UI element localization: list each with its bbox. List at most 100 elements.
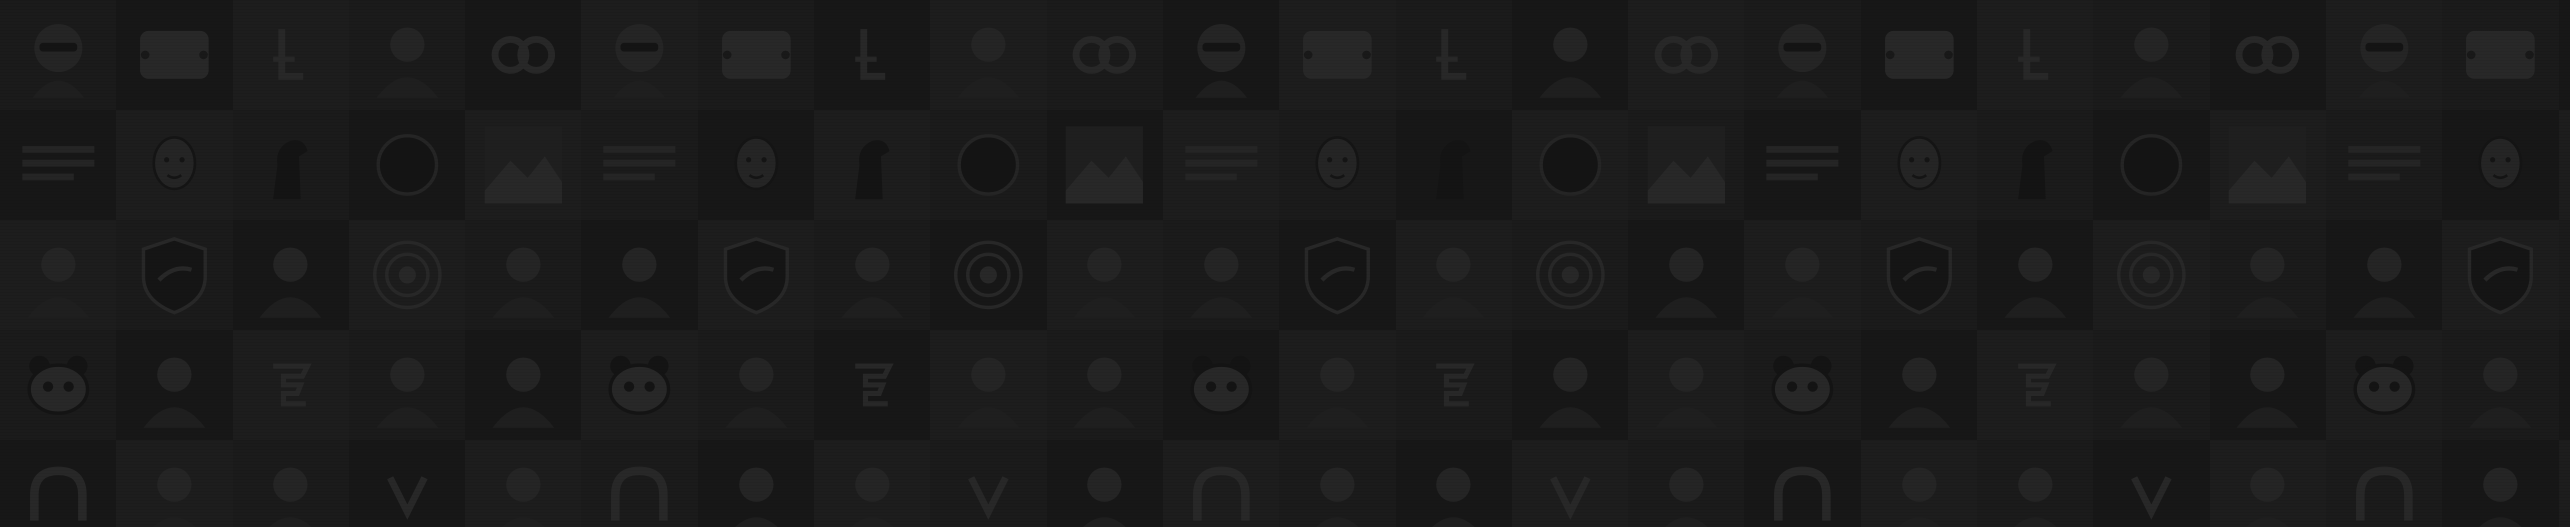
person-icon bbox=[814, 220, 930, 330]
mosaic-tile bbox=[116, 110, 233, 220]
mosaic-tile bbox=[116, 330, 233, 440]
person-icon bbox=[116, 330, 232, 440]
person-icon bbox=[581, 220, 697, 330]
mosaic-tile bbox=[1162, 440, 1280, 527]
v-logo-icon bbox=[930, 440, 1046, 527]
person-icon bbox=[1396, 220, 1512, 330]
mosaic-tile bbox=[1744, 220, 1861, 330]
mosaic-tile bbox=[1395, 440, 1512, 527]
mosaic-tile bbox=[1511, 0, 1629, 110]
person-icon bbox=[1628, 220, 1744, 330]
mosaic-tile bbox=[2325, 0, 2443, 110]
letter-e-logo-icon bbox=[1396, 330, 1512, 440]
text-block-icon bbox=[0, 110, 116, 220]
mosaic-tile bbox=[465, 110, 582, 220]
mosaic-tile bbox=[0, 330, 117, 440]
horse-icon bbox=[1396, 110, 1512, 220]
mosaic-tile bbox=[0, 220, 117, 330]
mosaic-tile bbox=[581, 0, 698, 110]
mosaic-tile bbox=[814, 440, 931, 527]
mosaic-tile bbox=[2442, 0, 2559, 110]
person-icon bbox=[116, 440, 232, 527]
mosaic-tile bbox=[1628, 110, 1745, 220]
mosaic-tile bbox=[930, 110, 1047, 220]
person-icon bbox=[2093, 0, 2209, 110]
letter-e-logo-icon bbox=[233, 330, 349, 440]
text-block-icon bbox=[1163, 110, 1279, 220]
mosaic-tile bbox=[0, 0, 117, 110]
mosaic-tile bbox=[0, 110, 117, 220]
circle-emblem-icon bbox=[349, 110, 465, 220]
cartoon-face-icon bbox=[2442, 110, 2558, 220]
horse-icon bbox=[1977, 110, 2093, 220]
cartoon-face-icon bbox=[2559, 110, 2570, 220]
mosaic-tile bbox=[2209, 330, 2326, 440]
blank-plate-icon bbox=[1861, 0, 1977, 110]
shield-logo-icon bbox=[2559, 220, 2570, 330]
mosaic-tile bbox=[232, 330, 349, 440]
mandala-icon bbox=[2093, 220, 2209, 330]
circle-emblem-icon bbox=[1512, 110, 1628, 220]
mosaic-tile bbox=[697, 0, 815, 110]
mosaic-tile bbox=[1977, 0, 2094, 110]
arch-logo-icon bbox=[581, 440, 697, 527]
mosaic-tile bbox=[2558, 110, 2570, 220]
panda-icon bbox=[1163, 330, 1279, 440]
person-icon bbox=[2559, 440, 2570, 527]
mosaic-tile bbox=[930, 440, 1047, 527]
mosaic-tile bbox=[1628, 330, 1745, 440]
arch-logo-icon bbox=[2326, 440, 2442, 527]
mosaic-tile bbox=[814, 0, 931, 110]
person-icon bbox=[1512, 0, 1628, 110]
blank-plate-icon bbox=[698, 0, 814, 110]
horse-icon bbox=[814, 110, 930, 220]
mosaic-tile bbox=[1628, 440, 1745, 527]
mosaic-tile bbox=[581, 330, 698, 440]
mosaic-tile bbox=[2442, 110, 2559, 220]
mosaic-tile bbox=[2325, 440, 2443, 527]
mandala-icon bbox=[1512, 220, 1628, 330]
mosaic-tile bbox=[2558, 440, 2570, 527]
mosaic-tile bbox=[2442, 440, 2559, 527]
mosaic-tile bbox=[1046, 110, 1163, 220]
person-icon bbox=[1512, 330, 1628, 440]
panda-icon bbox=[581, 330, 697, 440]
cartoon-face-icon bbox=[698, 110, 814, 220]
mosaic-tile bbox=[697, 110, 815, 220]
mosaic-tile bbox=[1162, 110, 1280, 220]
letter-e-logo-icon bbox=[1977, 330, 2093, 440]
mosaic-tile bbox=[2093, 330, 2210, 440]
person-icon bbox=[465, 220, 581, 330]
blank-plate-icon bbox=[2442, 0, 2558, 110]
mosaic-tile bbox=[1395, 110, 1512, 220]
blank-plate-icon bbox=[2559, 0, 2570, 110]
person-icon bbox=[698, 440, 814, 527]
mosaic-tile bbox=[1511, 110, 1629, 220]
mosaic-tile bbox=[581, 220, 698, 330]
arch-logo-icon bbox=[1744, 440, 1860, 527]
person-icon bbox=[814, 440, 930, 527]
person-icon bbox=[233, 220, 349, 330]
person-icon bbox=[0, 220, 116, 330]
mosaic-tile bbox=[1395, 330, 1512, 440]
person-icon bbox=[2559, 330, 2570, 440]
person-icon bbox=[1396, 440, 1512, 527]
mosaic-tile bbox=[1279, 110, 1396, 220]
mosaic-tile bbox=[1744, 330, 1861, 440]
mosaic-tile bbox=[1162, 0, 1280, 110]
person-icon bbox=[2093, 330, 2209, 440]
letter-l-icon bbox=[1977, 0, 2093, 110]
landscape-icon bbox=[1628, 110, 1744, 220]
person-icon bbox=[1279, 440, 1395, 527]
panda-icon bbox=[1744, 330, 1860, 440]
mosaic-tile bbox=[2093, 440, 2210, 527]
mosaic-tile bbox=[348, 220, 466, 330]
mosaic-tile bbox=[348, 110, 466, 220]
mosaic-tile bbox=[2558, 330, 2570, 440]
mosaic-tile bbox=[2325, 220, 2443, 330]
blank-plate-icon bbox=[1279, 0, 1395, 110]
person-icon bbox=[349, 330, 465, 440]
person-icon bbox=[1047, 330, 1163, 440]
mosaic-tile bbox=[1977, 220, 2094, 330]
person-icon bbox=[1628, 330, 1744, 440]
